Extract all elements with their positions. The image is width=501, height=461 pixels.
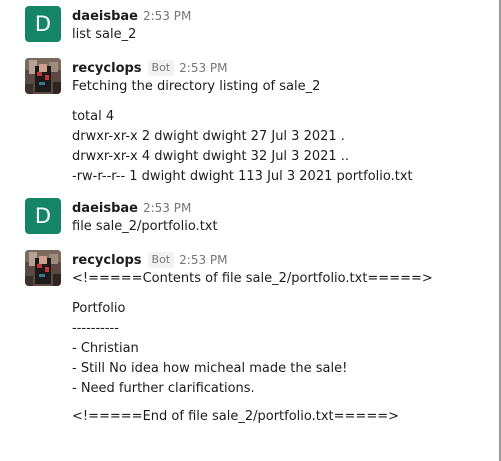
avatar[interactable]: D xyxy=(25,198,61,234)
bot-badge: Bot xyxy=(147,252,175,268)
message-content: recyclops Bot 2:53 PM Fetching the directo… xyxy=(72,58,482,187)
message-content: recyclops Bot 2:53 PM <!=====Contents of f… xyxy=(72,250,482,427)
bot-avatar-image xyxy=(25,58,61,94)
timestamp[interactable]: 2:53 PM xyxy=(143,201,191,215)
avatar[interactable]: D xyxy=(25,6,61,42)
message-text: - Christian xyxy=(72,341,139,356)
message-content: daeisbae 2:53 PM list sale_2 xyxy=(72,6,482,45)
message-header: daeisbae 2:53 PM xyxy=(72,198,482,216)
message-text: <!=====End of file sale_2/portfolio.txt=… xyxy=(72,409,399,424)
avatar[interactable] xyxy=(25,250,61,286)
message-text: -rw-r--r-- 1 dwight dwight 113 Jul 3 202… xyxy=(72,169,413,184)
message-text: Fetching the directory listing of sale_2 xyxy=(72,79,321,94)
timestamp[interactable]: 2:53 PM xyxy=(179,253,227,267)
author-name[interactable]: daeisbae xyxy=(72,9,138,24)
bot-badge: Bot xyxy=(147,60,175,76)
message-text: drwxr-xr-x 2 dwight dwight 27 Jul 3 2021… xyxy=(72,129,345,144)
message-text: drwxr-xr-x 4 dwight dwight 32 Jul 3 2021… xyxy=(72,149,350,164)
author-name[interactable]: recyclops xyxy=(72,61,142,76)
message-text: - Still No idea how micheal made the sal… xyxy=(72,361,348,376)
bot-avatar-image xyxy=(25,250,61,286)
message-text: - Need further clarifications. xyxy=(72,381,255,396)
message-text: file sale_2/portfolio.txt xyxy=(72,219,218,234)
message-text: Portfolio xyxy=(72,301,126,316)
message-header: daeisbae 2:53 PM xyxy=(72,6,482,24)
message-text: total 4 xyxy=(72,109,115,124)
message-header: recyclops Bot 2:53 PM xyxy=(72,58,482,76)
author-name[interactable]: recyclops xyxy=(72,253,142,268)
message-header: recyclops Bot 2:53 PM xyxy=(72,250,482,268)
avatar[interactable] xyxy=(25,58,61,94)
message-content: daeisbae 2:53 PM file sale_2/portfolio.tx… xyxy=(72,198,482,237)
message-text: ---------- xyxy=(72,321,119,336)
message-text: <!=====Contents of file sale_2/portfolio… xyxy=(72,271,433,286)
message-text: list sale_2 xyxy=(72,27,137,42)
timestamp[interactable]: 2:53 PM xyxy=(179,61,227,75)
timestamp[interactable]: 2:53 PM xyxy=(143,9,191,23)
author-name[interactable]: daeisbae xyxy=(72,201,138,216)
